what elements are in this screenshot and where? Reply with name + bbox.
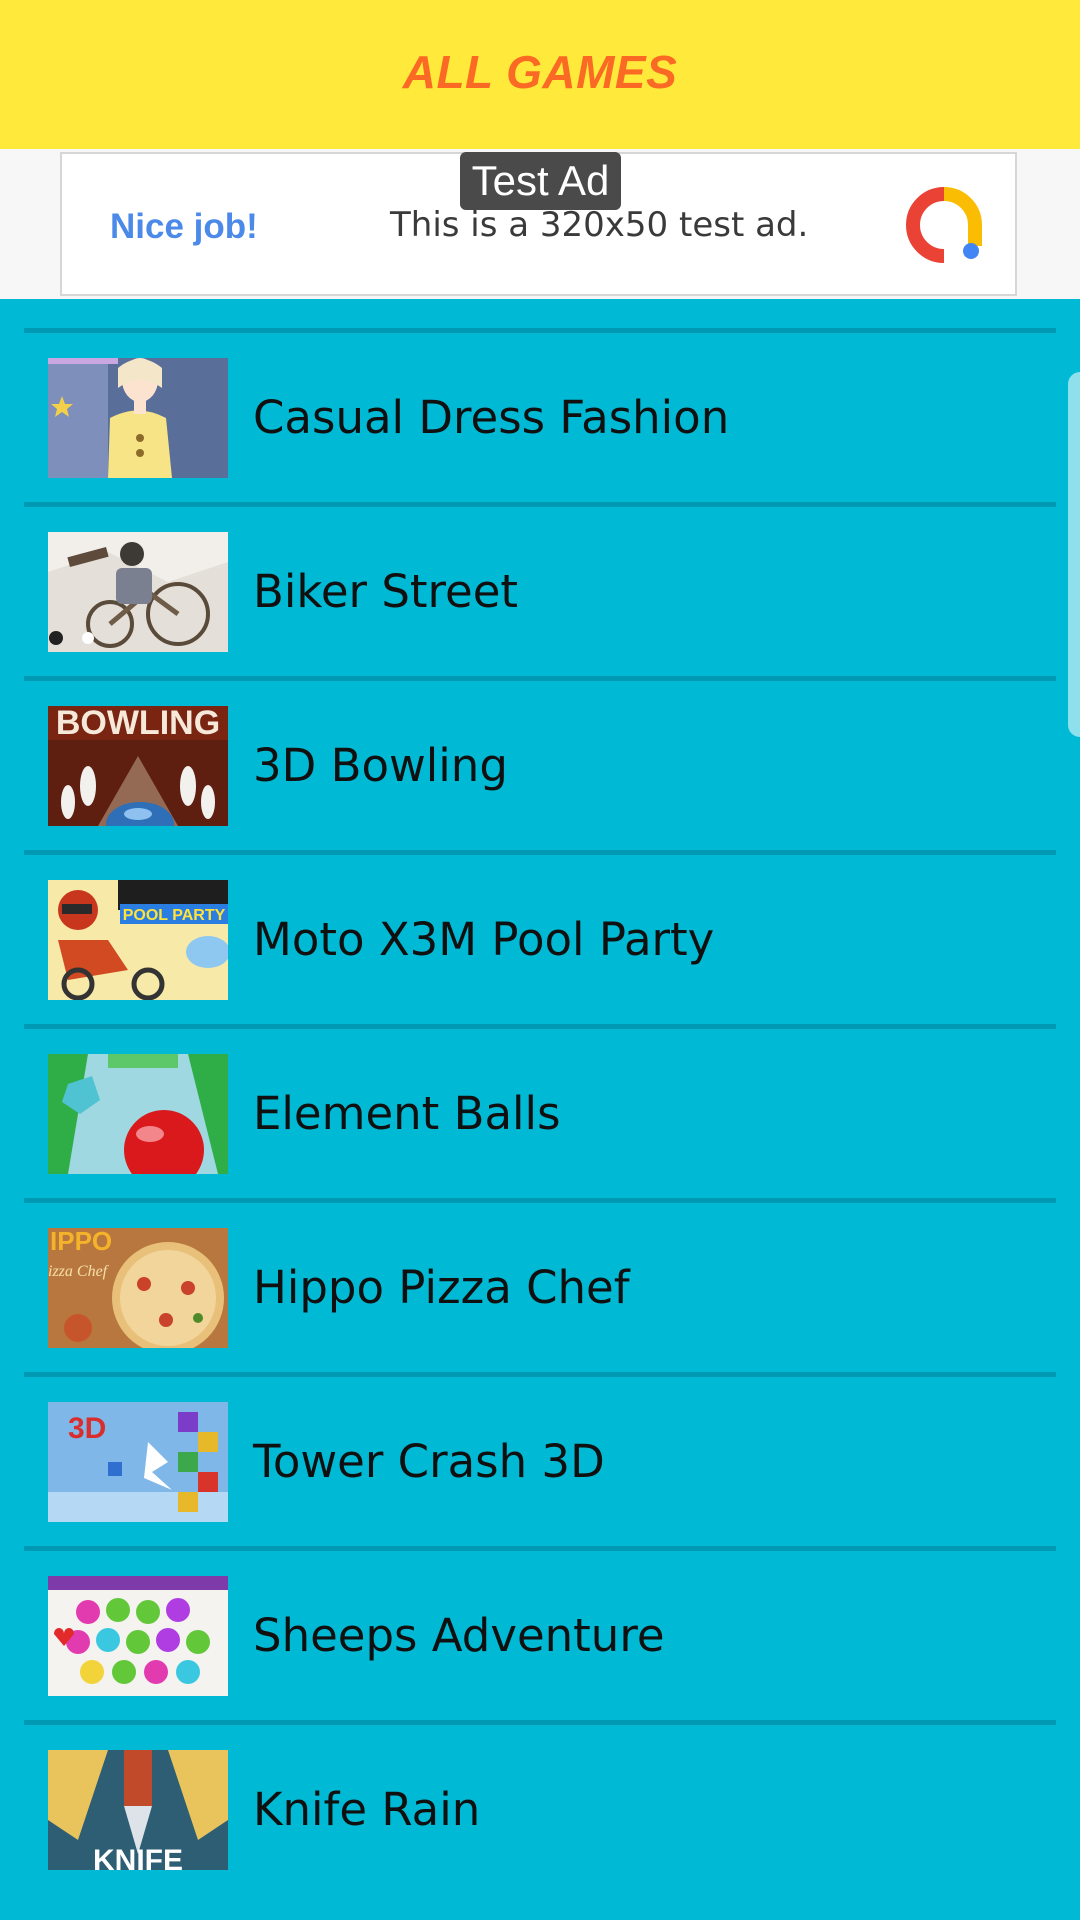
- game-row-moto-x3m-pool-party[interactable]: POOL PARTY Moto X3M Pool Party: [24, 850, 1056, 1024]
- biker-street-thumbnail: [48, 532, 228, 652]
- svg-text:KNIFE: KNIFE: [93, 1844, 183, 1870]
- game-title: Moto X3M Pool Party: [253, 913, 715, 966]
- game-row-biker-street[interactable]: Biker Street: [24, 502, 1056, 676]
- scrollbar-thumb[interactable]: [1068, 372, 1080, 737]
- game-title: Casual Dress Fashion: [253, 391, 730, 444]
- game-row-3d-bowling[interactable]: BOWLING 3D Bowling: [24, 676, 1056, 850]
- admob-icon[interactable]: [905, 186, 983, 264]
- game-title: 3D Bowling: [253, 739, 508, 792]
- moto-pool-party-thumbnail: POOL PARTY: [48, 880, 228, 1000]
- svg-text:izza Chef: izza Chef: [48, 1263, 110, 1280]
- app-header: ALL GAMES: [0, 0, 1080, 149]
- game-row-tower-crash-3d[interactable]: 3D Tower Crash 3D: [24, 1372, 1056, 1546]
- game-row-hippo-pizza-chef[interactable]: IPPO izza Chef Hippo Pizza Chef: [24, 1198, 1056, 1372]
- game-row-knife-rain[interactable]: KNIFE Knife Rain: [24, 1720, 1056, 1894]
- ad-text[interactable]: This is a 320x50 test ad.: [390, 205, 808, 245]
- svg-text:3D: 3D: [68, 1412, 106, 1445]
- test-ad-label: Test Ad: [460, 152, 621, 210]
- game-title: Sheeps Adventure: [253, 1609, 665, 1662]
- svg-text:POOL PARTY: POOL PARTY: [123, 907, 226, 924]
- game-title: Knife Rain: [253, 1783, 481, 1836]
- game-title: Hippo Pizza Chef: [253, 1261, 630, 1314]
- sheeps-adventure-thumbnail: [48, 1576, 228, 1696]
- bowling-thumbnail: BOWLING: [48, 706, 228, 826]
- knife-rain-thumbnail: KNIFE: [48, 1750, 228, 1870]
- game-row-element-balls[interactable]: Element Balls: [24, 1024, 1056, 1198]
- tower-crash-thumbnail: 3D: [48, 1402, 228, 1522]
- page-title: ALL GAMES: [402, 45, 678, 98]
- ad-headline[interactable]: Nice job!: [110, 207, 258, 247]
- dress-fashion-thumbnail: [48, 358, 228, 478]
- svg-text:BOWLING: BOWLING: [56, 706, 220, 742]
- pizza-chef-thumbnail: IPPO izza Chef: [48, 1228, 228, 1348]
- svg-text:IPPO: IPPO: [50, 1228, 112, 1256]
- game-row-casual-dress-fashion[interactable]: Casual Dress Fashion: [24, 328, 1056, 502]
- game-title: Biker Street: [253, 565, 519, 618]
- game-row-sheeps-adventure[interactable]: Sheeps Adventure: [24, 1546, 1056, 1720]
- game-title: Tower Crash 3D: [253, 1435, 605, 1488]
- game-list: Casual Dress Fashion Biker Street BOWLIN…: [24, 328, 1056, 1894]
- element-balls-thumbnail: [48, 1054, 228, 1174]
- game-title: Element Balls: [253, 1087, 561, 1140]
